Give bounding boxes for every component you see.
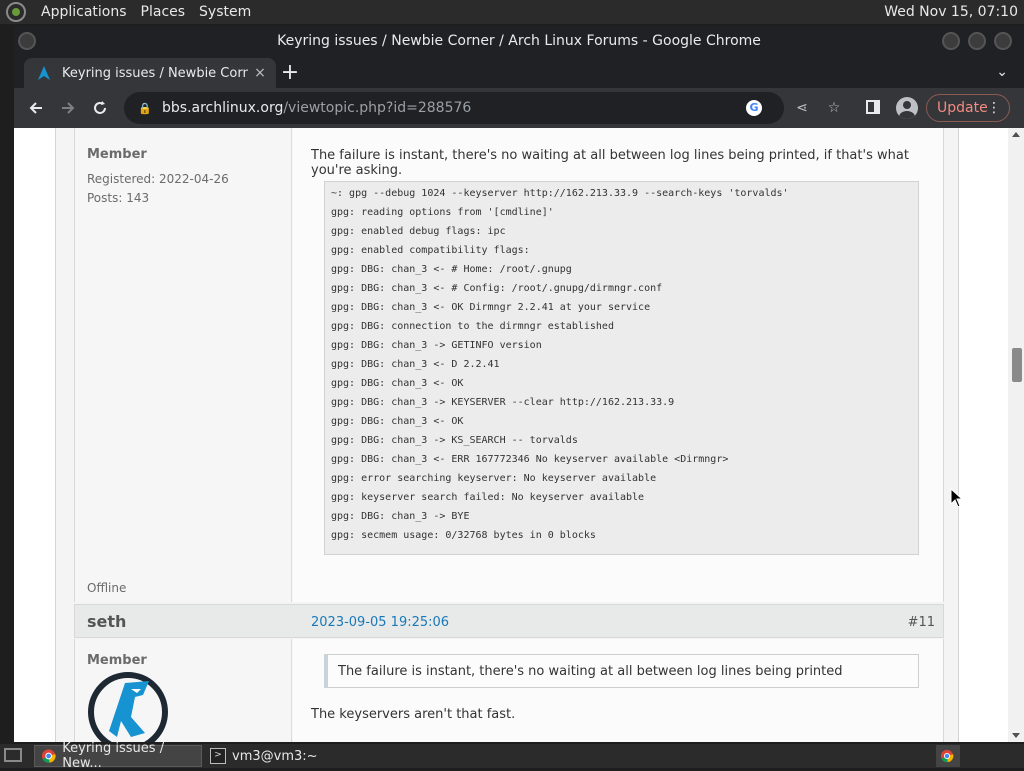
profile-avatar-icon[interactable]	[896, 97, 918, 119]
menu-system[interactable]: System	[192, 4, 258, 20]
workspace-switcher[interactable]	[936, 745, 960, 767]
distro-logo-icon[interactable]	[6, 2, 26, 22]
post-body-2: Member The failure is instant, there's n…	[74, 639, 944, 742]
code-line: gpg: enabled compatibility flags:	[331, 245, 530, 256]
code-line: ~: gpg --debug 1024 --keyserver http://1…	[331, 188, 789, 199]
post-author-info: Member Registered: 2022-04-26 Posts: 143…	[75, 128, 292, 602]
more-menu-icon[interactable]: ⋮	[987, 100, 1001, 116]
code-line: gpg: DBG: chan_3 <- # Config: /root/.gnu…	[331, 283, 663, 294]
taskbar: Keyring issues / New... > vm3@vm3:~	[0, 741, 1024, 771]
chrome-icon	[41, 749, 56, 763]
quote-block: The failure is instant, there's no waiti…	[324, 654, 919, 688]
arch-favicon-icon	[38, 66, 50, 80]
forum-content: Member Registered: 2022-04-26 Posts: 143…	[55, 128, 959, 742]
tab-keyring-issues[interactable]: Keyring issues / Newbie Corner ×	[24, 58, 276, 88]
code-line: gpg: secmem usage: 0/32768 bytes in 0 bl…	[331, 530, 596, 541]
chrome-icon	[940, 749, 954, 763]
code-line: gpg: DBG: chan_3 <- OK	[331, 378, 464, 389]
back-button[interactable]	[20, 92, 52, 124]
panel-clock[interactable]: Wed Nov 15, 07:10	[884, 4, 1018, 20]
minimize-icon[interactable]	[942, 32, 960, 50]
forward-button[interactable]	[52, 92, 84, 124]
code-block[interactable]: ~: gpg --debug 1024 --keyserver http://1…	[324, 181, 919, 555]
scroll-thumb[interactable]	[1012, 348, 1022, 382]
tab-title: Keyring issues / Newbie Corner	[62, 65, 248, 81]
author-status: Offline	[87, 581, 127, 595]
code-line: gpg: DBG: chan_3 -> GETINFO version	[331, 340, 542, 351]
post-number[interactable]: #11	[908, 615, 935, 630]
arrow-right-icon	[62, 102, 75, 114]
code-line: gpg: reading options from '[cmdline]'	[331, 207, 554, 218]
lock-icon[interactable]: 🔒	[138, 102, 152, 115]
maximize-icon[interactable]	[968, 32, 986, 50]
browser-toolbar: 🔒 bbs.archlinux.org/viewtopic.php?id=288…	[14, 88, 1024, 128]
tab-search-chevron-icon[interactable]: ⌄	[996, 64, 1008, 80]
author-title-2: Member	[87, 653, 147, 668]
taskbar-item-label: Keyring issues / New...	[62, 741, 165, 771]
scroll-up-arrow-icon[interactable]	[1012, 132, 1020, 137]
code-line: gpg: enabled debug flags: ipc	[331, 226, 506, 237]
code-line: gpg: DBG: chan_3 -> BYE	[331, 511, 470, 522]
code-line: gpg: DBG: chan_3 <- ERR 167772346 No key…	[331, 454, 729, 465]
author-posts: Posts: 143	[87, 191, 150, 205]
code-line: gpg: DBG: chan_3 <- # Home: /root/.gnupg	[331, 264, 572, 275]
post-body-1: Member Registered: 2022-04-26 Posts: 143…	[74, 128, 944, 602]
menu-places[interactable]: Places	[134, 4, 193, 20]
address-bar[interactable]: 🔒 bbs.archlinux.org/viewtopic.php?id=288…	[124, 92, 784, 124]
menu-applications[interactable]: Applications	[34, 4, 134, 20]
mouse-cursor-icon	[950, 488, 964, 508]
bookmark-star-icon[interactable]: ☆	[826, 100, 842, 116]
reload-icon	[94, 101, 106, 114]
url-path: /viewtopic.php?id=288576	[283, 100, 472, 116]
code-line: gpg: DBG: chan_3 <- OK	[331, 416, 464, 427]
code-line: gpg: DBG: chan_3 -> KEYSERVER --clear ht…	[331, 397, 675, 408]
show-desktop-icon[interactable]	[4, 748, 22, 762]
post-text: The failure is instant, there's no waiti…	[311, 148, 909, 178]
code-line: gpg: DBG: chan_3 -> KS_SEARCH -- torvald…	[331, 435, 578, 446]
taskbar-item-label: vm3@vm3:~	[232, 748, 318, 764]
update-button[interactable]: Update ⋮	[926, 94, 1010, 122]
post-date-link[interactable]: 2023-09-05 19:25:06	[311, 615, 449, 630]
window-titlebar[interactable]: Keyring issues / Newbie Corner / Arch Li…	[14, 26, 1024, 56]
url-host: bbs.archlinux.org	[162, 100, 284, 116]
code-line: gpg: keyserver search failed: No keyserv…	[331, 492, 645, 503]
page-viewport: Member Registered: 2022-04-26 Posts: 143…	[14, 128, 1024, 742]
update-label: Update	[937, 100, 988, 116]
terminal-icon: >	[210, 748, 226, 764]
close-window-icon[interactable]	[994, 32, 1012, 50]
code-line: gpg: DBG: chan_3 <- OK Dirmngr 2.2.41 at…	[331, 302, 651, 313]
new-tab-button[interactable]: +	[276, 60, 304, 88]
window-menu-icon[interactable]	[18, 32, 36, 50]
code-line: gpg: DBG: chan_3 <- D 2.2.41	[331, 359, 500, 370]
taskbar-item-chrome[interactable]: Keyring issues / New...	[34, 741, 202, 771]
arrow-left-icon	[29, 102, 42, 114]
post-author-name[interactable]: seth	[87, 612, 126, 631]
google-lens-icon[interactable]: G	[746, 100, 762, 116]
page-scrollbar[interactable]	[1008, 128, 1024, 742]
code-line: gpg: error searching keyserver: No keyse…	[331, 473, 657, 484]
top-panel: Applications Places System Wed Nov 15, 0…	[0, 0, 1024, 24]
code-line: gpg: DBG: connection to the dirmngr esta…	[331, 321, 614, 332]
browser-window: Keyring issues / Newbie Corner / Arch Li…	[14, 26, 1024, 742]
avatar	[88, 672, 168, 742]
post-header-2: seth 2023-09-05 19:25:06 #11	[74, 604, 944, 638]
author-title: Member	[87, 147, 147, 162]
post-text-2: The keyservers aren't that fast.	[311, 707, 516, 722]
share-icon[interactable]: ⋖	[794, 100, 810, 116]
reload-button[interactable]	[84, 92, 116, 124]
taskbar-item-terminal[interactable]: > vm3@vm3:~	[204, 745, 354, 767]
tab-strip: Keyring issues / Newbie Corner × + ⌄	[14, 56, 1024, 88]
side-panel-icon[interactable]	[866, 100, 880, 114]
tab-close-icon[interactable]: ×	[248, 65, 272, 81]
author-registered: Registered: 2022-04-26	[87, 172, 229, 186]
scroll-down-arrow-icon[interactable]	[1012, 733, 1020, 738]
post-author-info-2: Member	[75, 639, 292, 742]
window-title: Keyring issues / Newbie Corner / Arch Li…	[277, 33, 761, 49]
